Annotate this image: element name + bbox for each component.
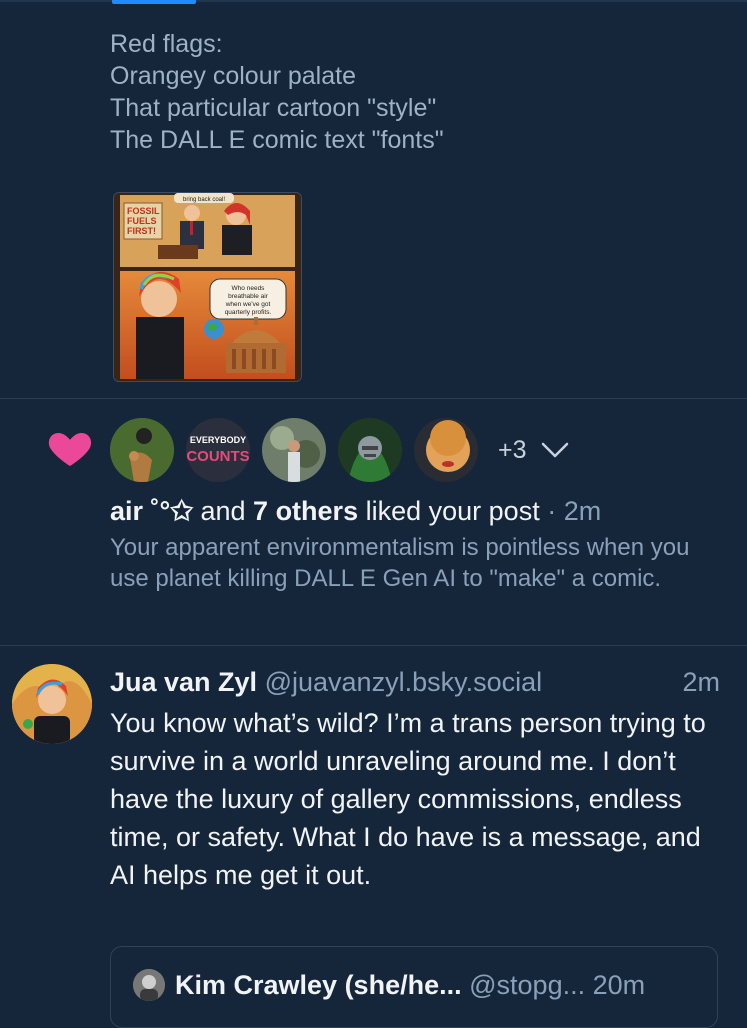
dot-separator: · bbox=[547, 496, 557, 526]
quoted-post-header: Kim Crawley (she/he... @stopg... 20m bbox=[175, 967, 645, 1003]
liked-post-snippet[interactable]: Your apparent environmentalism is pointl… bbox=[110, 532, 720, 594]
quoted-author-name: Kim Crawley (she/he... bbox=[175, 970, 462, 1000]
author-handle[interactable]: @juavanzyl.bsky.social bbox=[265, 667, 543, 697]
post-line: The DALL E comic text "fonts" bbox=[110, 126, 444, 154]
author-name[interactable]: Jua van Zyl bbox=[110, 667, 257, 697]
like-time: 2m bbox=[563, 496, 602, 526]
comic-image-thumbnail[interactable]: bring back coal! FOSSIL FUELS FIRST! Who… bbox=[113, 192, 302, 382]
quoted-author-handle: @stopg... bbox=[469, 970, 586, 1000]
svg-text:Who needs: Who needs bbox=[232, 285, 266, 292]
avatar[interactable] bbox=[338, 418, 402, 482]
more-likers-toggle[interactable]: +3 bbox=[498, 436, 569, 465]
divider bbox=[0, 398, 747, 399]
avatar[interactable] bbox=[110, 418, 174, 482]
svg-text:FOSSIL: FOSSIL bbox=[127, 206, 160, 216]
like-summary: air ˚°✩ and 7 others liked your post · 2… bbox=[110, 493, 601, 529]
chevron-down-icon bbox=[541, 442, 568, 458]
svg-text:breathable air: breathable air bbox=[228, 293, 269, 300]
reply-text[interactable]: You know what’s wild? I’m a trans person… bbox=[110, 704, 730, 894]
svg-text:when we've got: when we've got bbox=[225, 301, 271, 308]
post-line: Red flags: bbox=[110, 30, 223, 58]
svg-text:FIRST!: FIRST! bbox=[127, 226, 156, 236]
avatar bbox=[133, 969, 165, 1001]
avatar[interactable] bbox=[12, 664, 92, 744]
divider bbox=[0, 645, 747, 646]
avatar[interactable]: EVERYBODY COUNTS bbox=[186, 418, 250, 482]
post-time[interactable]: 2m bbox=[682, 664, 720, 700]
svg-text:EVERYBODY: EVERYBODY bbox=[190, 435, 246, 445]
comic-illustration: bring back coal! FOSSIL FUELS FIRST! Who… bbox=[114, 193, 301, 381]
active-tab-indicator bbox=[112, 0, 196, 4]
quoted-post-time: 20m bbox=[592, 970, 646, 1000]
avatar[interactable] bbox=[262, 418, 326, 482]
like-action: liked your post bbox=[365, 496, 540, 526]
post-line: That particular cartoon "style" bbox=[110, 94, 437, 122]
post-text: Red flags: Orangey colour palate That pa… bbox=[110, 28, 710, 156]
post-line: Orangey colour palate bbox=[110, 62, 356, 90]
avatar[interactable] bbox=[414, 418, 478, 482]
svg-text:quarterly profits.: quarterly profits. bbox=[225, 309, 272, 316]
others-count[interactable]: 7 others bbox=[253, 496, 358, 526]
heart-icon bbox=[48, 433, 92, 466]
quoted-post-card[interactable]: Kim Crawley (she/he... @stopg... 20m bbox=[110, 946, 718, 1028]
liker-avatars: EVERYBODY COUNTS +3 bbox=[110, 418, 569, 482]
extra-count: +3 bbox=[498, 435, 527, 464]
reply-header: Jua van Zyl @juavanzyl.bsky.social 2m bbox=[110, 664, 720, 700]
liker-name[interactable]: air ˚°✩ bbox=[110, 496, 193, 526]
svg-text:FUELS: FUELS bbox=[127, 216, 157, 226]
like-joiner: and bbox=[200, 496, 246, 526]
comic-banner-text: bring back coal! bbox=[183, 197, 225, 203]
svg-text:COUNTS: COUNTS bbox=[186, 448, 249, 465]
